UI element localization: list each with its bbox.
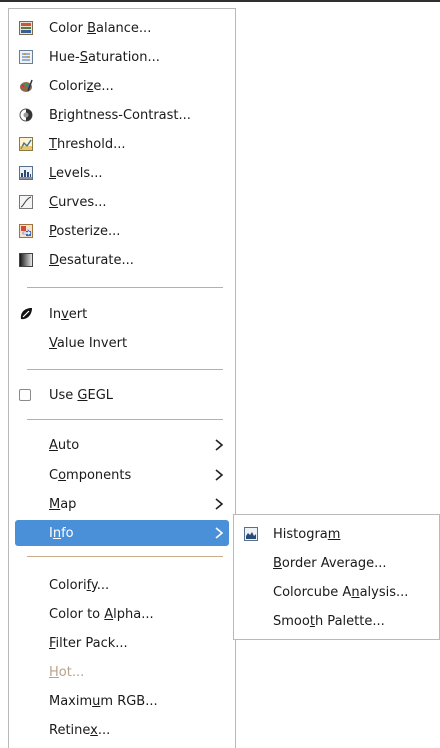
- menu-item-use-gegl[interactable]: Use GEGL: [15, 382, 229, 408]
- chevron-right-icon: [215, 469, 224, 481]
- submenu-item-smooth-palette[interactable]: Smooth Palette...: [240, 608, 435, 634]
- colors-menu: Color Balance... Hue-Saturation... Color…: [8, 8, 236, 748]
- menu-item-hot: Hot...: [49, 664, 85, 680]
- menu-item-desaturate[interactable]: Desaturate...: [15, 247, 229, 273]
- chevron-right-icon: [215, 527, 224, 539]
- menu-item-retinex[interactable]: Retinex...: [15, 717, 229, 743]
- invert-icon: [19, 307, 33, 321]
- colorize-icon: [19, 79, 33, 93]
- menu-item-colorize[interactable]: Colorize...: [15, 73, 229, 99]
- menu-item-auto[interactable]: Auto: [15, 432, 229, 458]
- posterize-icon: [19, 224, 33, 238]
- menu-item-color-balance[interactable]: Color Balance...: [15, 15, 229, 41]
- menu-item-brightness-contrast[interactable]: Brightness-Contrast...: [15, 102, 229, 128]
- menu-separator: [27, 556, 223, 557]
- menu-item-posterize[interactable]: Posterize...: [15, 218, 229, 244]
- brightness-contrast-icon: [19, 108, 33, 122]
- menu-item-color-to-alpha[interactable]: Color to Alpha...: [15, 601, 229, 627]
- submenu-item-border-average[interactable]: Border Average...: [240, 550, 435, 576]
- submenu-item-colorcube-analysis[interactable]: Colorcube Analysis...: [240, 579, 435, 605]
- levels-icon: [19, 166, 33, 180]
- submenu-item-histogram[interactable]: Histogram: [240, 521, 435, 547]
- menu-separator: [27, 287, 223, 288]
- chevron-right-icon: [215, 439, 224, 451]
- menu-separator: [27, 369, 223, 370]
- menu-item-levels[interactable]: Levels...: [15, 160, 229, 186]
- menu-item-invert[interactable]: Invert: [15, 301, 229, 327]
- menu-item-maximum-rgb[interactable]: Maximum RGB...: [15, 688, 229, 714]
- menu-item-hue-saturation[interactable]: Hue-Saturation...: [15, 44, 229, 70]
- desaturate-icon: [19, 253, 33, 267]
- color-balance-icon: [19, 21, 33, 35]
- threshold-icon: [19, 137, 33, 151]
- menu-separator: [27, 419, 223, 420]
- menu-item-info[interactable]: Info: [15, 520, 229, 546]
- menu-item-curves[interactable]: Curves...: [15, 189, 229, 215]
- use-gegl-checkbox[interactable]: [19, 389, 31, 401]
- chevron-right-icon: [215, 498, 224, 510]
- hue-saturation-icon: [19, 50, 33, 64]
- info-submenu: Histogram Border Average... Colorcube An…: [233, 514, 440, 640]
- window-top-border: [0, 0, 440, 2]
- menu-item-filter-pack[interactable]: Filter Pack...: [15, 630, 229, 656]
- histogram-icon: [244, 527, 258, 541]
- menu-item-map[interactable]: Map: [15, 491, 229, 517]
- curves-icon: [19, 195, 33, 209]
- menu-item-threshold[interactable]: Threshold...: [15, 131, 229, 157]
- menu-item-colorify[interactable]: Colorify...: [15, 572, 229, 598]
- menu-item-components[interactable]: Components: [15, 462, 229, 488]
- menu-item-value-invert[interactable]: Value Invert: [15, 330, 229, 356]
